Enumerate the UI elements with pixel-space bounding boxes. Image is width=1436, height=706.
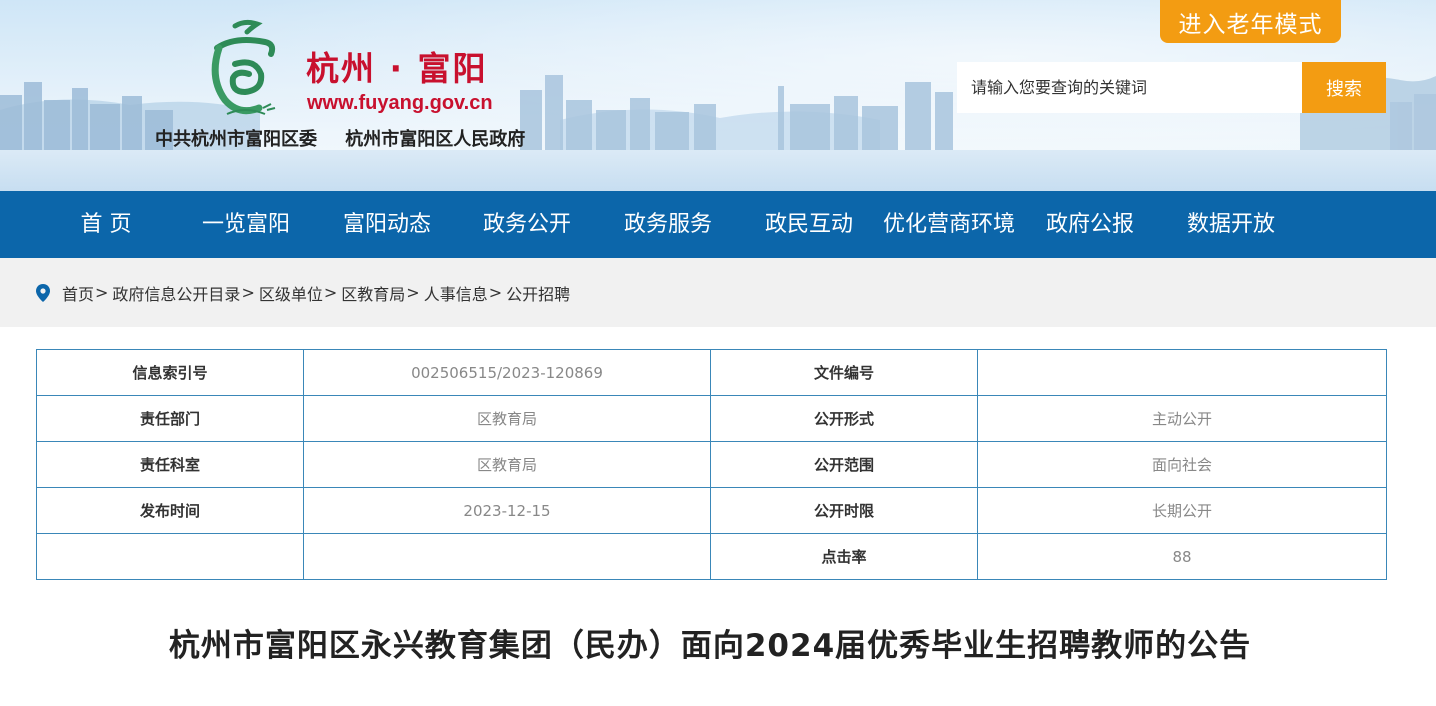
search-bar: 搜索 bbox=[957, 62, 1386, 113]
main-nav: 首 页 一览富阳 富阳动态 政务公开 政务服务 政民互动 优化营商环境 政府公报… bbox=[0, 191, 1436, 258]
breadcrumb-public-recruitment[interactable]: 公开招聘 bbox=[506, 281, 570, 305]
click-rate-value: 88 bbox=[977, 533, 1387, 580]
breadcrumb-separator: > bbox=[95, 283, 109, 302]
search-button[interactable]: 搜索 bbox=[1302, 62, 1386, 113]
site-url: www.fuyang.gov.cn bbox=[307, 92, 493, 114]
org-party-name: 中共杭州市富阳区委 bbox=[155, 129, 317, 150]
header-banner: 杭州 · 富阳 www.fuyang.gov.cn 中共杭州市富阳区委 杭州市富… bbox=[0, 0, 1436, 191]
nav-item-overview[interactable]: 一览富阳 bbox=[196, 191, 296, 258]
fuyang-emblem-icon[interactable] bbox=[205, 18, 287, 126]
section-label: 责任科室 bbox=[36, 441, 304, 488]
breadcrumb-bar: 首页 > 政府信息公开目录 > 区级单位 > 区教育局 > 人事信息 > 公开招聘 bbox=[0, 258, 1436, 327]
section-value: 区教育局 bbox=[303, 441, 711, 488]
breadcrumb-home[interactable]: 首页 bbox=[62, 281, 94, 305]
breadcrumb-education-bureau[interactable]: 区教育局 bbox=[341, 281, 405, 305]
breadcrumb-separator: > bbox=[323, 283, 338, 302]
nav-item-news[interactable]: 富阳动态 bbox=[337, 191, 437, 258]
disclosure-period-label: 公开时限 bbox=[710, 487, 978, 534]
nav-item-gazette[interactable]: 政府公报 bbox=[1040, 191, 1140, 258]
river-water bbox=[0, 150, 1436, 191]
empty-value-cell bbox=[303, 533, 711, 580]
nav-item-interaction[interactable]: 政民互动 bbox=[759, 191, 859, 258]
breadcrumb-district-units[interactable]: 区级单位 bbox=[259, 281, 323, 305]
table-row: 信息索引号 002506515/2023-120869 文件编号 bbox=[36, 349, 1387, 396]
table-row: 点击率 88 bbox=[36, 533, 1387, 580]
empty-label-cell bbox=[36, 533, 304, 580]
document-number-value bbox=[977, 349, 1387, 396]
breadcrumb-personnel-info[interactable]: 人事信息 bbox=[424, 281, 488, 305]
department-value: 区教育局 bbox=[303, 395, 711, 442]
organization-names: 中共杭州市富阳区委 杭州市富阳区人民政府 bbox=[155, 125, 547, 151]
nav-item-gov-affairs[interactable]: 政务公开 bbox=[477, 191, 577, 258]
breadcrumb-separator: > bbox=[488, 283, 503, 302]
table-row: 发布时间 2023-12-15 公开时限 长期公开 bbox=[36, 487, 1387, 534]
publish-date-value: 2023-12-15 bbox=[303, 487, 711, 534]
nav-item-home[interactable]: 首 页 bbox=[66, 191, 146, 258]
location-pin-icon bbox=[36, 283, 50, 302]
nav-item-gov-services[interactable]: 政务服务 bbox=[618, 191, 718, 258]
breadcrumb-separator: > bbox=[406, 283, 420, 302]
table-row: 责任部门 区教育局 公开形式 主动公开 bbox=[36, 395, 1387, 442]
search-input[interactable] bbox=[957, 62, 1302, 113]
disclosure-scope-value: 面向社会 bbox=[977, 441, 1387, 488]
disclosure-scope-label: 公开范围 bbox=[710, 441, 978, 488]
document-info-table: 信息索引号 002506515/2023-120869 文件编号 责任部门 区教… bbox=[36, 349, 1387, 580]
index-number-label: 信息索引号 bbox=[36, 349, 304, 396]
article-title: 杭州市富阳区永兴教育集团（民办）面向2024届优秀毕业生招聘教师的公告 bbox=[168, 628, 1252, 664]
disclosure-form-value: 主动公开 bbox=[977, 395, 1387, 442]
nav-item-business-environment[interactable]: 优化营商环境 bbox=[876, 191, 1022, 258]
disclosure-form-label: 公开形式 bbox=[710, 395, 978, 442]
breadcrumb-gov-info-catalog[interactable]: 政府信息公开目录 bbox=[112, 281, 240, 305]
index-number-value: 002506515/2023-120869 bbox=[303, 349, 711, 396]
publish-date-label: 发布时间 bbox=[36, 487, 304, 534]
breadcrumb: 首页 > 政府信息公开目录 > 区级单位 > 区教育局 > 人事信息 > 公开招聘 bbox=[36, 258, 570, 327]
elder-mode-button[interactable]: 进入老年模式 bbox=[1160, 0, 1341, 43]
table-row: 责任科室 区教育局 公开范围 面向社会 bbox=[36, 441, 1387, 488]
document-number-label: 文件编号 bbox=[710, 349, 978, 396]
breadcrumb-separator: > bbox=[241, 283, 255, 302]
org-government-name: 杭州市富阳区人民政府 bbox=[345, 129, 526, 150]
nav-item-open-data[interactable]: 数据开放 bbox=[1181, 191, 1281, 258]
site-name: 杭州 · 富阳 bbox=[306, 49, 488, 88]
disclosure-period-value: 长期公开 bbox=[977, 487, 1387, 534]
department-label: 责任部门 bbox=[36, 395, 304, 442]
click-rate-label: 点击率 bbox=[710, 533, 978, 580]
